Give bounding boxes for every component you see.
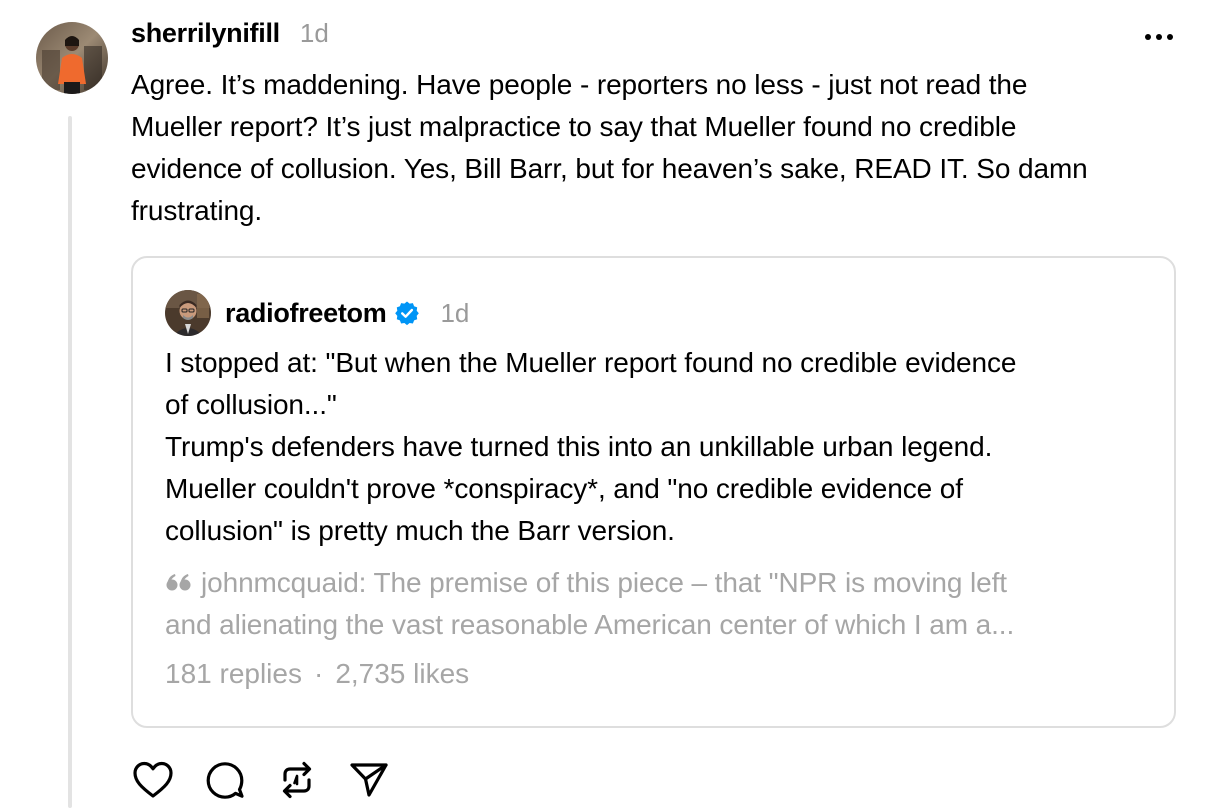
send-icon: [350, 763, 388, 797]
comment-icon: [206, 762, 244, 799]
share-button[interactable]: [347, 758, 391, 802]
nested-quote-line-1: johnmcquaid: The premise of this piece –…: [165, 562, 1155, 604]
thread-line: [68, 116, 72, 808]
repost-icon: [282, 761, 312, 799]
quoted-post-header: radiofreetom 1d: [225, 295, 469, 331]
post-header: sherrilynifill 1d: [131, 18, 329, 54]
more-options-icon: [1145, 34, 1173, 40]
heart-icon: [133, 761, 173, 798]
reply-button[interactable]: [203, 758, 247, 802]
like-button[interactable]: [131, 758, 175, 802]
quote-mark-icon: [165, 563, 193, 591]
verified-badge-icon: [394, 300, 420, 326]
author-avatar[interactable]: [36, 22, 108, 94]
quoted-post-timestamp[interactable]: 1d: [440, 298, 469, 329]
quoted-post-stats: 181 replies · 2,735 likes: [165, 658, 469, 690]
post-body: Agree. It’s maddening. Have people - rep…: [131, 69, 1088, 226]
quoted-post-body: I stopped at: "But when the Mueller repo…: [165, 347, 1017, 546]
author-username[interactable]: sherrilynifill: [131, 18, 280, 49]
likes-count[interactable]: 2,735 likes: [335, 658, 469, 690]
quoted-author-username[interactable]: radiofreetom: [225, 298, 387, 329]
replies-count[interactable]: 181 replies: [165, 658, 302, 690]
nested-quoted-post[interactable]: johnmcquaid: The premise of this piece –…: [165, 562, 1155, 646]
post-timestamp[interactable]: 1d: [300, 18, 329, 49]
quoted-author-avatar[interactable]: [165, 290, 211, 336]
post-actions: [131, 758, 419, 802]
stats-separator: ·: [313, 658, 324, 689]
repost-button[interactable]: [275, 758, 319, 802]
nested-quote-text-1: johnmcquaid: The premise of this piece –…: [201, 567, 1007, 598]
quoted-post-card[interactable]: radiofreetom 1d I stopped at: "But when …: [131, 256, 1176, 728]
author-avatar-image: [36, 22, 108, 94]
more-options-button[interactable]: [1140, 22, 1178, 52]
nested-quote-line-2: and alienating the vast reasonable Ameri…: [165, 609, 1015, 640]
quoted-author-avatar-image: [165, 290, 211, 336]
